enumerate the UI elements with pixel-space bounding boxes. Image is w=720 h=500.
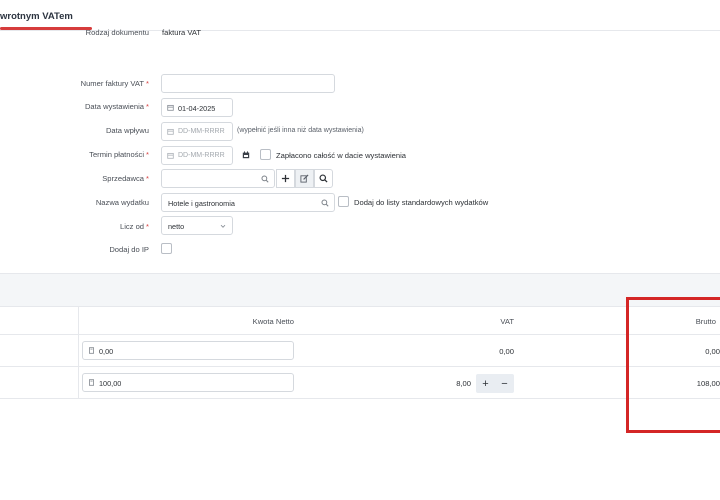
receipt-date-label: Data wpływu — [105, 126, 149, 135]
paid-in-full-checkbox[interactable] — [260, 149, 271, 160]
expense-name-label: Nazwa wydatku — [95, 198, 149, 207]
tab-active-underline — [0, 27, 92, 30]
search-icon — [321, 199, 329, 207]
net-amount-header: Kwota Netto — [252, 317, 294, 326]
vat-increment-button[interactable]: + — [476, 374, 495, 393]
seller-input[interactable] — [161, 169, 275, 188]
paid-in-full-label: Zapłacono całość w dacie wystawienia — [276, 151, 407, 160]
calendar-icon — [167, 104, 174, 111]
highlight-box — [626, 297, 720, 433]
doc-type-label: Rodzaj dokumentu — [85, 28, 149, 37]
net-amount-input[interactable]: 100,00 — [82, 373, 294, 392]
add-to-ip-checkbox[interactable] — [161, 243, 172, 254]
vat-stepper: + − — [476, 374, 514, 393]
calendar-icon — [167, 128, 174, 135]
payment-due-input[interactable]: DD-MM-RRRR — [161, 146, 233, 165]
search-seller-button[interactable] — [314, 169, 333, 188]
calendar-picker-icon[interactable] — [242, 151, 250, 159]
table-row-divider — [0, 398, 720, 399]
receipt-date-hint: (wypełnić jeśli inna niż data wystawieni… — [237, 127, 364, 134]
expense-name-input[interactable]: Hotele i gastronomia — [161, 193, 335, 212]
search-icon — [261, 175, 269, 183]
add-to-ip-label: Dodaj do IP — [109, 245, 149, 254]
tab-bar: wrotnym VATem — [0, 0, 720, 31]
vat-decrement-button[interactable]: − — [495, 374, 514, 393]
tab-title[interactable]: wrotnym VATem — [0, 11, 73, 22]
section-band — [0, 273, 720, 307]
plus-icon — [281, 174, 290, 183]
calculator-icon — [89, 379, 94, 386]
calc-from-label: Licz od * — [119, 222, 149, 231]
calculator-icon — [89, 347, 94, 354]
table-column-divider — [78, 307, 79, 399]
edit-seller-button[interactable] — [295, 169, 314, 188]
doc-type-value: faktura VAT — [162, 28, 201, 37]
search-icon — [319, 174, 328, 183]
invoice-number-input[interactable] — [161, 74, 335, 93]
vat-value: 8,00 — [456, 379, 471, 388]
issue-date-label: Data wystawienia * — [84, 102, 149, 111]
seller-label: Sprzedawca * — [102, 174, 149, 183]
chevron-down-icon — [220, 224, 226, 228]
table-header-divider — [0, 334, 720, 335]
add-seller-button[interactable] — [276, 169, 295, 188]
vat-header: VAT — [500, 317, 514, 326]
add-to-standard-expenses-checkbox[interactable] — [338, 196, 349, 207]
table-row-divider — [0, 366, 720, 367]
payment-due-label: Termin płatności * — [89, 150, 149, 159]
receipt-date-input[interactable]: DD-MM-RRRR — [161, 122, 233, 141]
add-to-standard-expenses-label: Dodaj do listy standardowych wydatków — [354, 198, 489, 207]
net-amount-input[interactable]: 0,00 — [82, 341, 294, 360]
calendar-icon — [167, 152, 174, 159]
issue-date-input[interactable]: 01-04-2025 — [161, 98, 233, 117]
edit-icon — [300, 174, 309, 183]
vat-value: 0,00 — [499, 347, 514, 356]
invoice-number-label: Numer faktury VAT * — [80, 79, 149, 88]
calc-from-select[interactable]: netto — [161, 216, 233, 235]
